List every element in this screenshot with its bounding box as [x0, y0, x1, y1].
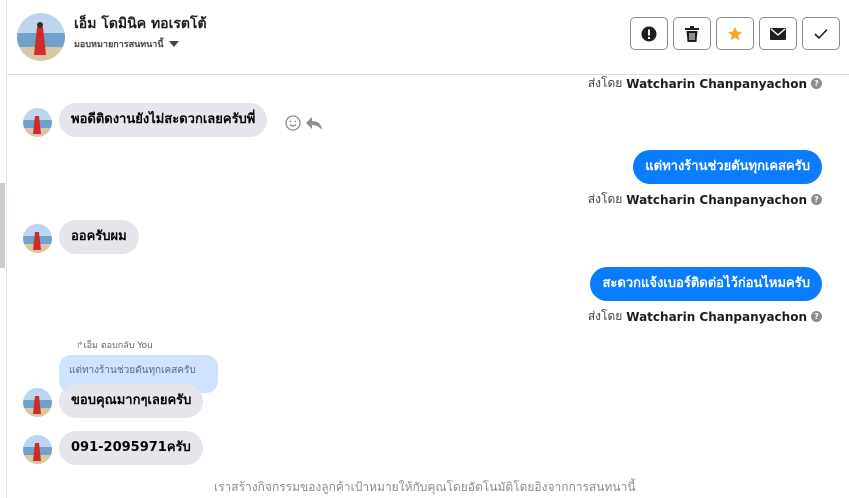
left-scrollbar[interactable] — [0, 0, 7, 498]
reply-label-text: เอ็ม ตอบกลับ You — [83, 341, 153, 351]
message-bubble-incoming[interactable]: ออครับผม — [59, 220, 139, 254]
report-button[interactable] — [630, 17, 668, 50]
question-icon[interactable]: ? — [811, 194, 822, 205]
sent-by-prefix: ส่งโดย — [587, 76, 623, 90]
footer-note: เราสร้างกิจกรรมของลูกค้าเป้าหมายให้กับคุ… — [214, 480, 636, 494]
reply-label: ↱เอ็ม ตอบกลับ You — [76, 338, 153, 352]
reply-icon[interactable] — [305, 115, 323, 131]
exclamation-icon — [641, 26, 657, 41]
sent-by-prefix: ส่งโดย — [587, 309, 623, 323]
trash-icon — [685, 25, 699, 42]
mark-unread-button[interactable] — [759, 17, 797, 50]
delete-button[interactable] — [673, 17, 711, 50]
sent-by-prefix: ส่งโดย — [587, 192, 623, 206]
message-bubble-outgoing[interactable]: แต่ทางร้านช่วยดันทุกเคสครับ — [633, 150, 822, 184]
agent-name[interactable]: Watcharin Chanpanyachon — [626, 193, 807, 207]
checkmark-icon — [814, 28, 828, 39]
assign-label: มอบหมายการสนทนานี้ — [74, 40, 164, 50]
message-tools — [285, 115, 323, 131]
sender-avatar[interactable] — [23, 224, 52, 253]
conversation-header: เอ็ม โดมินิค ทอเรตโต้ มอบหมายการสนทนานี้ — [7, 0, 849, 75]
agent-name[interactable]: Watcharin Chanpanyachon — [626, 77, 807, 91]
sender-avatar[interactable] — [23, 108, 52, 137]
emoji-icon[interactable] — [285, 115, 301, 131]
mark-done-button[interactable] — [802, 17, 840, 50]
message-bubble-incoming[interactable]: 091-2095971ครับ — [59, 431, 203, 465]
sender-avatar[interactable] — [23, 435, 52, 464]
contact-name[interactable]: เอ็ม โดมินิค ทอเรตโต้ — [74, 13, 207, 35]
sender-avatar[interactable] — [23, 388, 52, 417]
agent-name[interactable]: Watcharin Chanpanyachon — [626, 310, 807, 324]
reply-arrow-icon: ↱ — [76, 341, 84, 351]
sent-by-row: ส่งโดย Watcharin Chanpanyachon ? — [588, 307, 822, 326]
star-button[interactable] — [716, 17, 754, 50]
message-bubble-outgoing[interactable]: สะดวกแจ้งเบอร์ติดต่อไว้ก่อนไหมครับ — [590, 267, 822, 301]
question-icon[interactable]: ? — [811, 78, 822, 89]
envelope-icon — [770, 27, 786, 40]
contact-avatar[interactable] — [17, 13, 65, 61]
assign-conversation-dropdown[interactable]: มอบหมายการสนทนานี้ — [74, 37, 179, 51]
message-bubble-incoming[interactable]: พอดีติดงานยังไม่สะดวกเลยครับพี่ — [59, 103, 268, 137]
header-actions — [630, 17, 840, 50]
scrollbar-thumb[interactable] — [0, 183, 5, 268]
caret-down-icon — [168, 41, 179, 47]
star-icon — [728, 26, 742, 40]
message-bubble-incoming[interactable]: ขอบคุณมากๆเลยครับ — [59, 384, 204, 418]
question-icon[interactable]: ? — [811, 311, 822, 322]
sent-by-row: ส่งโดย Watcharin Chanpanyachon ? — [588, 190, 822, 209]
sent-by-row: ส่งโดย Watcharin Chanpanyachon ? — [588, 74, 822, 93]
